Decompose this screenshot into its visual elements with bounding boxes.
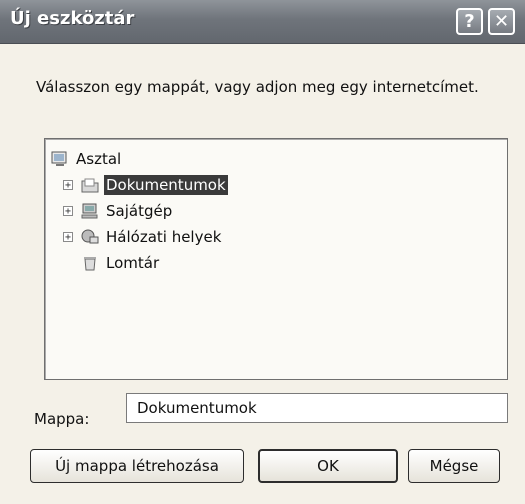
tree-item-label: Sajátgép [106, 202, 173, 220]
folder-tree[interactable]: Asztal + Dokumentumok + Sajátgép + Hálóz… [44, 138, 508, 380]
title-bar: Új eszköztár ? ✕ [0, 0, 525, 44]
recycle-bin-icon [81, 254, 99, 272]
tree-item-sajatgep[interactable]: + Sajátgép [63, 199, 174, 223]
expand-icon[interactable]: + [63, 206, 73, 217]
desktop-icon [51, 150, 69, 168]
computer-icon [81, 202, 99, 220]
window-title: Új eszköztár [10, 8, 135, 29]
instruction-text: Válasszon egy mappát, vagy adjon meg egy… [36, 78, 479, 96]
new-folder-button[interactable]: Új mappa létrehozása [30, 449, 244, 483]
tree-item-label: Hálózati helyek [106, 228, 222, 246]
folder-field-label: Mappa: [34, 410, 90, 428]
folder-input[interactable]: Dokumentumok [126, 393, 508, 423]
tree-item-label: Lomtár [106, 254, 160, 272]
tree-item-asztal[interactable]: Asztal [51, 147, 123, 171]
tree-item-halozati-helyek[interactable]: + Hálózati helyek [63, 225, 223, 249]
tree-item-label: Asztal [76, 150, 122, 168]
folder-input-value: Dokumentumok [137, 399, 257, 417]
help-button[interactable]: ? [456, 8, 483, 35]
expand-icon[interactable]: + [63, 180, 73, 191]
close-button[interactable]: ✕ [488, 8, 515, 35]
tree-item-dokumentumok[interactable]: + Dokumentumok [63, 173, 228, 197]
documents-folder-icon [81, 176, 99, 194]
cancel-button[interactable]: Mégse [408, 449, 500, 483]
expand-icon[interactable]: + [63, 232, 73, 243]
ok-button[interactable]: OK [258, 449, 398, 483]
network-places-icon [81, 228, 99, 246]
tree-item-lomtar[interactable]: Lomtár [81, 251, 161, 275]
tree-item-label: Dokumentumok [104, 175, 228, 195]
